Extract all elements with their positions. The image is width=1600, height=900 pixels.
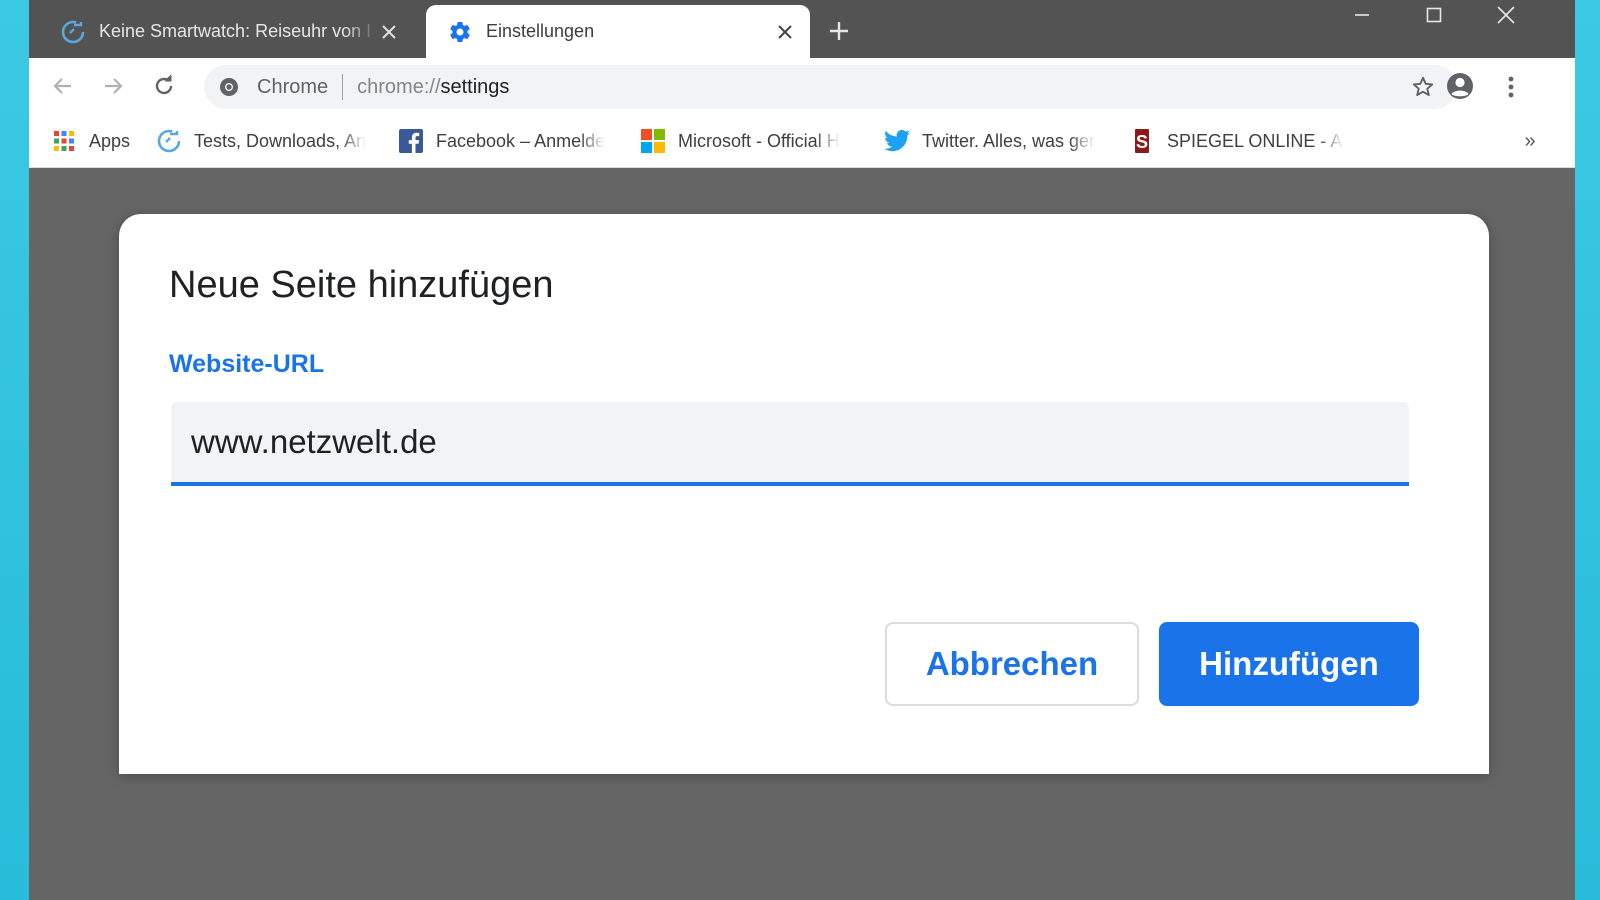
tab-keine-smartwatch[interactable]: Keine Smartwatch: Reiseuhr von I xyxy=(49,5,414,58)
bookmark-label: Apps xyxy=(89,130,131,151)
bookmark-facebook[interactable]: Facebook – Anmelde xyxy=(398,126,618,156)
close-icon[interactable] xyxy=(378,21,400,43)
website-url-value: www.netzwelt.de xyxy=(191,423,437,460)
new-tab-button[interactable] xyxy=(824,16,854,46)
bookmark-tests-downloads[interactable]: Tests, Downloads, An xyxy=(156,126,381,156)
refresh-circle-icon xyxy=(59,18,87,46)
bookmark-twitter[interactable]: Twitter. Alles, was ger xyxy=(884,126,1106,156)
more-vert-icon xyxy=(1508,76,1514,98)
bookmark-apps[interactable]: Apps xyxy=(51,126,151,156)
twitter-icon xyxy=(884,128,910,154)
close-window-button[interactable] xyxy=(1471,0,1541,30)
account-icon xyxy=(1447,73,1473,99)
svg-text:S: S xyxy=(1136,132,1148,152)
url-text[interactable]: chrome://settings xyxy=(357,76,509,99)
forward-button[interactable] xyxy=(95,68,131,104)
dialog-title: Neue Seite hinzufügen xyxy=(169,264,554,306)
bookmark-label: Microsoft - Official H xyxy=(678,130,840,151)
back-button[interactable] xyxy=(45,68,81,104)
bookmark-label: Twitter. Alles, was ger xyxy=(922,130,1096,151)
bookmark-microsoft[interactable]: Microsoft - Official H xyxy=(640,126,860,156)
star-icon xyxy=(1412,76,1434,97)
bookmark-label: Facebook – Anmelde xyxy=(436,130,606,151)
address-bar[interactable]: Chrome chrome://settings xyxy=(204,65,1457,109)
url-scheme: chrome:// xyxy=(357,75,441,98)
menu-button[interactable] xyxy=(1497,72,1525,102)
add-button[interactable]: Hinzufügen xyxy=(1159,622,1419,706)
bookmark-star-button[interactable] xyxy=(1411,75,1435,99)
toolbar: Chrome chrome://settings xyxy=(29,58,1575,114)
tab-title: Keine Smartwatch: Reiseuhr von I xyxy=(99,21,372,41)
cancel-button[interactable]: Abbrechen xyxy=(885,622,1139,706)
apps-grid-icon xyxy=(51,128,77,154)
spiegel-icon: S xyxy=(1129,128,1155,154)
reload-button[interactable] xyxy=(146,68,182,104)
add-site-dialog: Neue Seite hinzufügen Website-URL www.ne… xyxy=(119,214,1489,774)
bookmark-label: SPIEGEL ONLINE - Ak xyxy=(1167,130,1344,151)
website-url-label: Website-URL xyxy=(169,350,325,378)
desktop-background-left xyxy=(0,0,29,900)
title-bar: Keine Smartwatch: Reiseuhr von I Einstel… xyxy=(29,0,1575,58)
minimize-button[interactable] xyxy=(1327,0,1397,30)
tab-einstellungen[interactable]: Einstellungen xyxy=(426,5,810,58)
gear-icon xyxy=(446,18,474,46)
desktop-background-right xyxy=(1575,0,1600,900)
chrome-icon xyxy=(217,75,241,99)
bookmark-label: Tests, Downloads, An xyxy=(194,130,367,151)
close-icon[interactable] xyxy=(774,21,796,43)
tab-title: Einstellungen xyxy=(486,21,595,41)
refresh-circle-icon xyxy=(156,128,182,154)
facebook-icon xyxy=(398,128,424,154)
profile-button[interactable] xyxy=(1445,71,1475,101)
url-path: settings xyxy=(440,75,510,98)
bookmark-spiegel[interactable]: S SPIEGEL ONLINE - Ak xyxy=(1129,126,1344,156)
bookmarks-bar: Apps Tests, Downloads, An Facebook – Anm… xyxy=(29,114,1575,168)
maximize-button[interactable] xyxy=(1399,0,1469,30)
website-url-input[interactable]: www.netzwelt.de xyxy=(171,402,1409,486)
reload-icon xyxy=(155,74,173,95)
bookmarks-overflow-button[interactable]: » xyxy=(1517,128,1543,154)
arrow-right-icon xyxy=(105,78,123,94)
omnibox-divider xyxy=(342,74,344,100)
browser-window: Keine Smartwatch: Reiseuhr von I Einstel… xyxy=(29,0,1575,900)
arrow-left-icon xyxy=(53,78,71,94)
site-chip: Chrome xyxy=(257,75,329,98)
microsoft-icon xyxy=(640,128,666,154)
